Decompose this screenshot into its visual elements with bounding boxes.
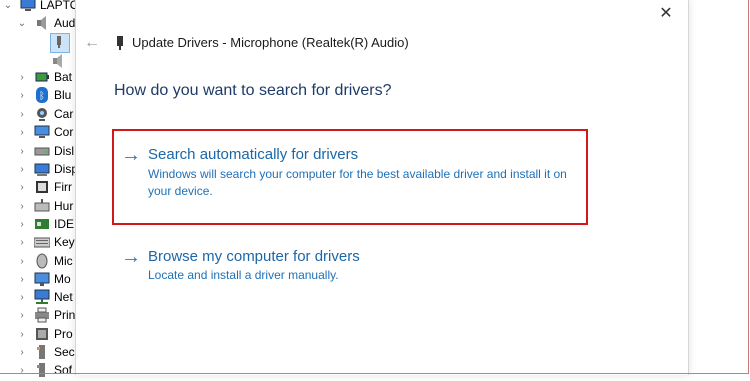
- tree-item-label: Aud: [54, 16, 76, 30]
- back-button[interactable]: ←: [82, 33, 102, 53]
- tree-item-label: Cor: [54, 125, 74, 139]
- disk-drive-icon: [34, 143, 50, 159]
- device-manager-tree: ⌄ LAPTOP ⌄ Aud › Bat › ᛒ Blu › Car › Cor…: [0, 0, 87, 377]
- audio-icon: [34, 15, 50, 31]
- keyboard-icon: [33, 234, 51, 250]
- microphone-icon: [116, 35, 124, 51]
- chevron-right-icon[interactable]: ›: [16, 164, 28, 175]
- chevron-right-icon[interactable]: ›: [16, 256, 28, 267]
- tree-item-label: Bat: [54, 70, 73, 84]
- monitor-icon: [34, 271, 50, 287]
- arrow-right-icon: →: [121, 144, 141, 166]
- firmware-icon: [34, 179, 50, 195]
- option-description: Windows will search your computer for th…: [148, 167, 567, 198]
- bluetooth-icon: ᛒ: [34, 87, 50, 103]
- update-drivers-dialog: ✕ ← Update Drivers - Microphone (Realtek…: [75, 0, 689, 375]
- tree-item-label: Pro: [54, 327, 73, 341]
- chevron-right-icon[interactable]: ›: [16, 72, 28, 83]
- chevron-right-icon[interactable]: ›: [16, 347, 28, 358]
- browse-computer-option[interactable]: → Browse my computer for drivers Locate …: [112, 233, 588, 285]
- tree-item-label: Hur: [54, 199, 74, 213]
- tree-item-label: Disl: [54, 144, 74, 158]
- arrow-right-icon: →: [121, 246, 141, 268]
- tree-item-label: Sec: [54, 345, 75, 359]
- close-icon[interactable]: ✕: [659, 3, 672, 23]
- chevron-down-icon[interactable]: ⌄: [16, 18, 28, 29]
- chevron-right-icon[interactable]: ›: [16, 90, 28, 101]
- tree-item-label: Mo: [54, 272, 71, 286]
- option-title[interactable]: Search automatically for drivers: [148, 146, 358, 163]
- dialog-title: Update Drivers - Microphone (Realtek(R) …: [132, 35, 409, 50]
- close-button[interactable]: ✕: [654, 2, 678, 24]
- chevron-right-icon[interactable]: ›: [16, 365, 28, 376]
- security-device-icon: [34, 344, 50, 360]
- camera-icon: [34, 106, 50, 122]
- tree-item-label: Key: [54, 235, 75, 249]
- network-adapter-icon: [34, 289, 50, 305]
- tree-item[interactable]: › Sof: [16, 359, 72, 381]
- tree-item-label: Prin: [54, 308, 76, 322]
- back-arrow-icon[interactable]: ←: [84, 34, 100, 52]
- chevron-right-icon[interactable]: ›: [16, 201, 28, 212]
- chevron-right-icon[interactable]: ›: [16, 146, 28, 157]
- hid-icon: [34, 198, 50, 214]
- mouse-icon: [34, 253, 50, 269]
- chevron-right-icon[interactable]: ›: [16, 237, 28, 248]
- option-title[interactable]: Browse my computer for drivers: [148, 248, 360, 265]
- tree-item-label: Firr: [54, 180, 72, 194]
- processor-icon: [34, 326, 50, 342]
- chevron-right-icon[interactable]: ›: [16, 127, 28, 138]
- chevron-down-icon[interactable]: ⌄: [2, 0, 14, 11]
- battery-icon: [34, 69, 50, 85]
- chevron-right-icon[interactable]: ›: [16, 310, 28, 321]
- print-queue-icon: [34, 307, 50, 323]
- chevron-right-icon[interactable]: ›: [16, 182, 28, 193]
- search-automatically-option[interactable]: → Search automatically for drivers Windo…: [112, 129, 588, 225]
- tree-item-audio[interactable]: ⌄ Aud: [16, 12, 75, 34]
- ide-controller-icon: [34, 216, 50, 232]
- chevron-right-icon[interactable]: ›: [16, 109, 28, 120]
- tree-item-label: Blu: [54, 88, 72, 102]
- tree-item-label: Net: [54, 290, 73, 304]
- dialog-heading: How do you want to search for drivers?: [114, 82, 392, 99]
- option-description: Locate and install a driver manually.: [148, 268, 339, 282]
- chevron-right-icon[interactable]: ›: [16, 292, 28, 303]
- chevron-right-icon[interactable]: ›: [16, 219, 28, 230]
- display-adapter-icon: [34, 161, 50, 177]
- tree-item-label: Car: [54, 107, 74, 121]
- tree-item-label: IDE: [54, 217, 75, 231]
- tree-item-label: Mic: [54, 254, 73, 268]
- svg-text:ᛒ: ᛒ: [39, 91, 45, 102]
- chevron-right-icon[interactable]: ›: [16, 274, 28, 285]
- software-device-icon: [34, 362, 50, 378]
- chevron-right-icon[interactable]: ›: [16, 329, 28, 340]
- computer-icon: [34, 124, 50, 140]
